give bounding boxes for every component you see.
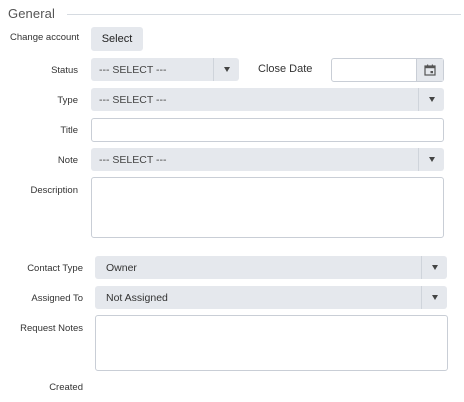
- note-label: Note: [57, 155, 78, 166]
- assigned-to-select[interactable]: Not Assigned: [95, 286, 447, 309]
- section-title: General: [8, 6, 55, 21]
- assigned-to-dropdown-toggle[interactable]: [421, 286, 447, 309]
- close-date-label: Close Date: [258, 63, 313, 75]
- close-date-input[interactable]: [332, 59, 416, 81]
- assigned-to-value: Not Assigned: [106, 291, 168, 304]
- calendar-button[interactable]: [416, 59, 443, 81]
- created-label: Created: [49, 382, 83, 393]
- status-select-value: --- SELECT ---: [99, 63, 167, 76]
- section-divider: [67, 14, 461, 15]
- note-dropdown-toggle[interactable]: [418, 148, 444, 171]
- select-account-button[interactable]: Select: [91, 27, 143, 51]
- contact-type-dropdown-toggle[interactable]: [421, 256, 447, 279]
- contact-type-select[interactable]: Owner: [95, 256, 447, 279]
- chevron-down-icon: [223, 67, 230, 72]
- description-textarea[interactable]: [91, 177, 444, 238]
- status-dropdown-toggle[interactable]: [213, 58, 239, 81]
- type-select[interactable]: --- SELECT ---: [91, 88, 444, 111]
- chevron-down-icon: [428, 157, 435, 162]
- contact-type-label: Contact Type: [27, 263, 83, 274]
- note-select-value: --- SELECT ---: [99, 153, 167, 166]
- chevron-down-icon: [428, 97, 435, 102]
- calendar-icon: [424, 64, 436, 76]
- title-label: Title: [60, 125, 78, 136]
- type-label: Type: [57, 95, 78, 106]
- type-dropdown-toggle[interactable]: [418, 88, 444, 111]
- status-select[interactable]: --- SELECT ---: [91, 58, 239, 81]
- close-date-field[interactable]: [331, 58, 444, 82]
- status-label: Status: [51, 65, 78, 76]
- contact-type-value: Owner: [106, 261, 137, 274]
- description-label: Description: [30, 185, 78, 196]
- chevron-down-icon: [431, 295, 438, 300]
- request-notes-label: Request Notes: [20, 323, 83, 334]
- chevron-down-icon: [431, 265, 438, 270]
- change-account-label: Change account: [10, 32, 80, 43]
- title-input[interactable]: [91, 118, 444, 142]
- note-select[interactable]: --- SELECT ---: [91, 148, 444, 171]
- type-select-value: --- SELECT ---: [99, 93, 167, 106]
- request-notes-textarea[interactable]: [95, 315, 448, 371]
- assigned-to-label: Assigned To: [31, 293, 83, 304]
